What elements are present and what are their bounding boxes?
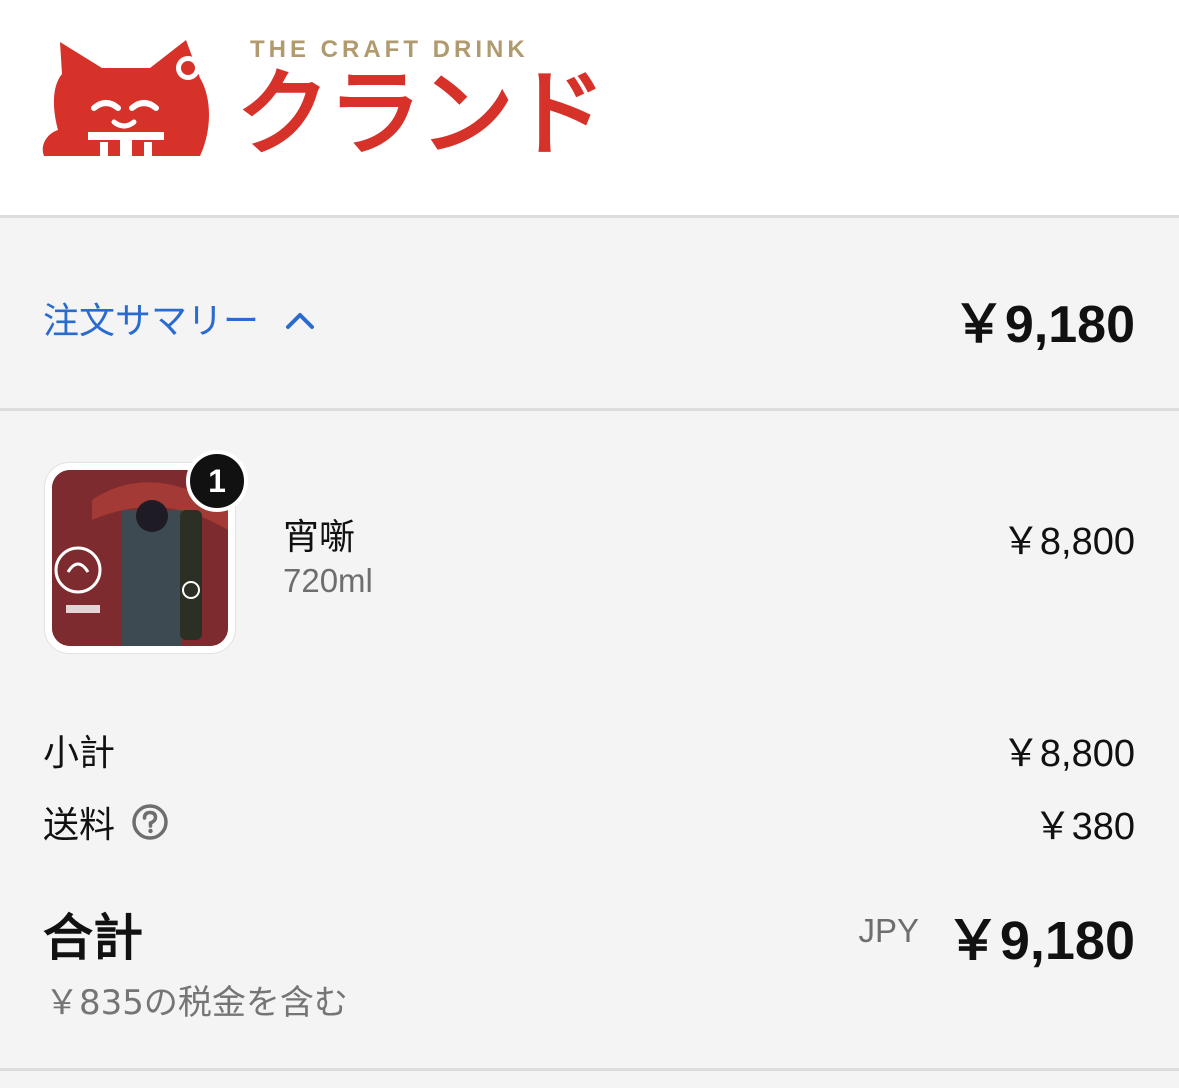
question-circle-icon[interactable]: [131, 803, 169, 841]
product-variant: 720ml: [283, 562, 373, 599]
chevron-up-icon: [285, 298, 315, 339]
shipping-value: ￥380: [1033, 806, 1135, 848]
quantity-badge: 1: [186, 450, 248, 512]
order-summary-label: 注文サマリー: [43, 301, 260, 342]
product-price: ￥8,800: [1001, 521, 1135, 563]
total-value: ￥9,180: [945, 911, 1135, 971]
total-label: 合計: [43, 909, 143, 967]
total-currency: JPY: [858, 912, 919, 949]
tax-note: ￥835の税金を含む: [45, 983, 348, 1023]
subtotal-label: 小計: [43, 733, 116, 774]
order-summary-total: ￥9,180: [952, 296, 1135, 354]
shipping-label: 送料: [43, 805, 116, 846]
order-summary-toggle[interactable]: 注文サマリー: [43, 292, 315, 344]
cat-logo-icon[interactable]: [40, 38, 216, 164]
brand-name[interactable]: クランド: [236, 60, 606, 170]
subtotal-value: ￥8,800: [1001, 733, 1135, 775]
site-header: THE CRAFT DRINK クランド: [0, 0, 1179, 218]
shipping-row: 送料: [43, 796, 169, 848]
divider: [0, 1068, 1179, 1071]
product-name: 宵噺: [283, 517, 356, 558]
